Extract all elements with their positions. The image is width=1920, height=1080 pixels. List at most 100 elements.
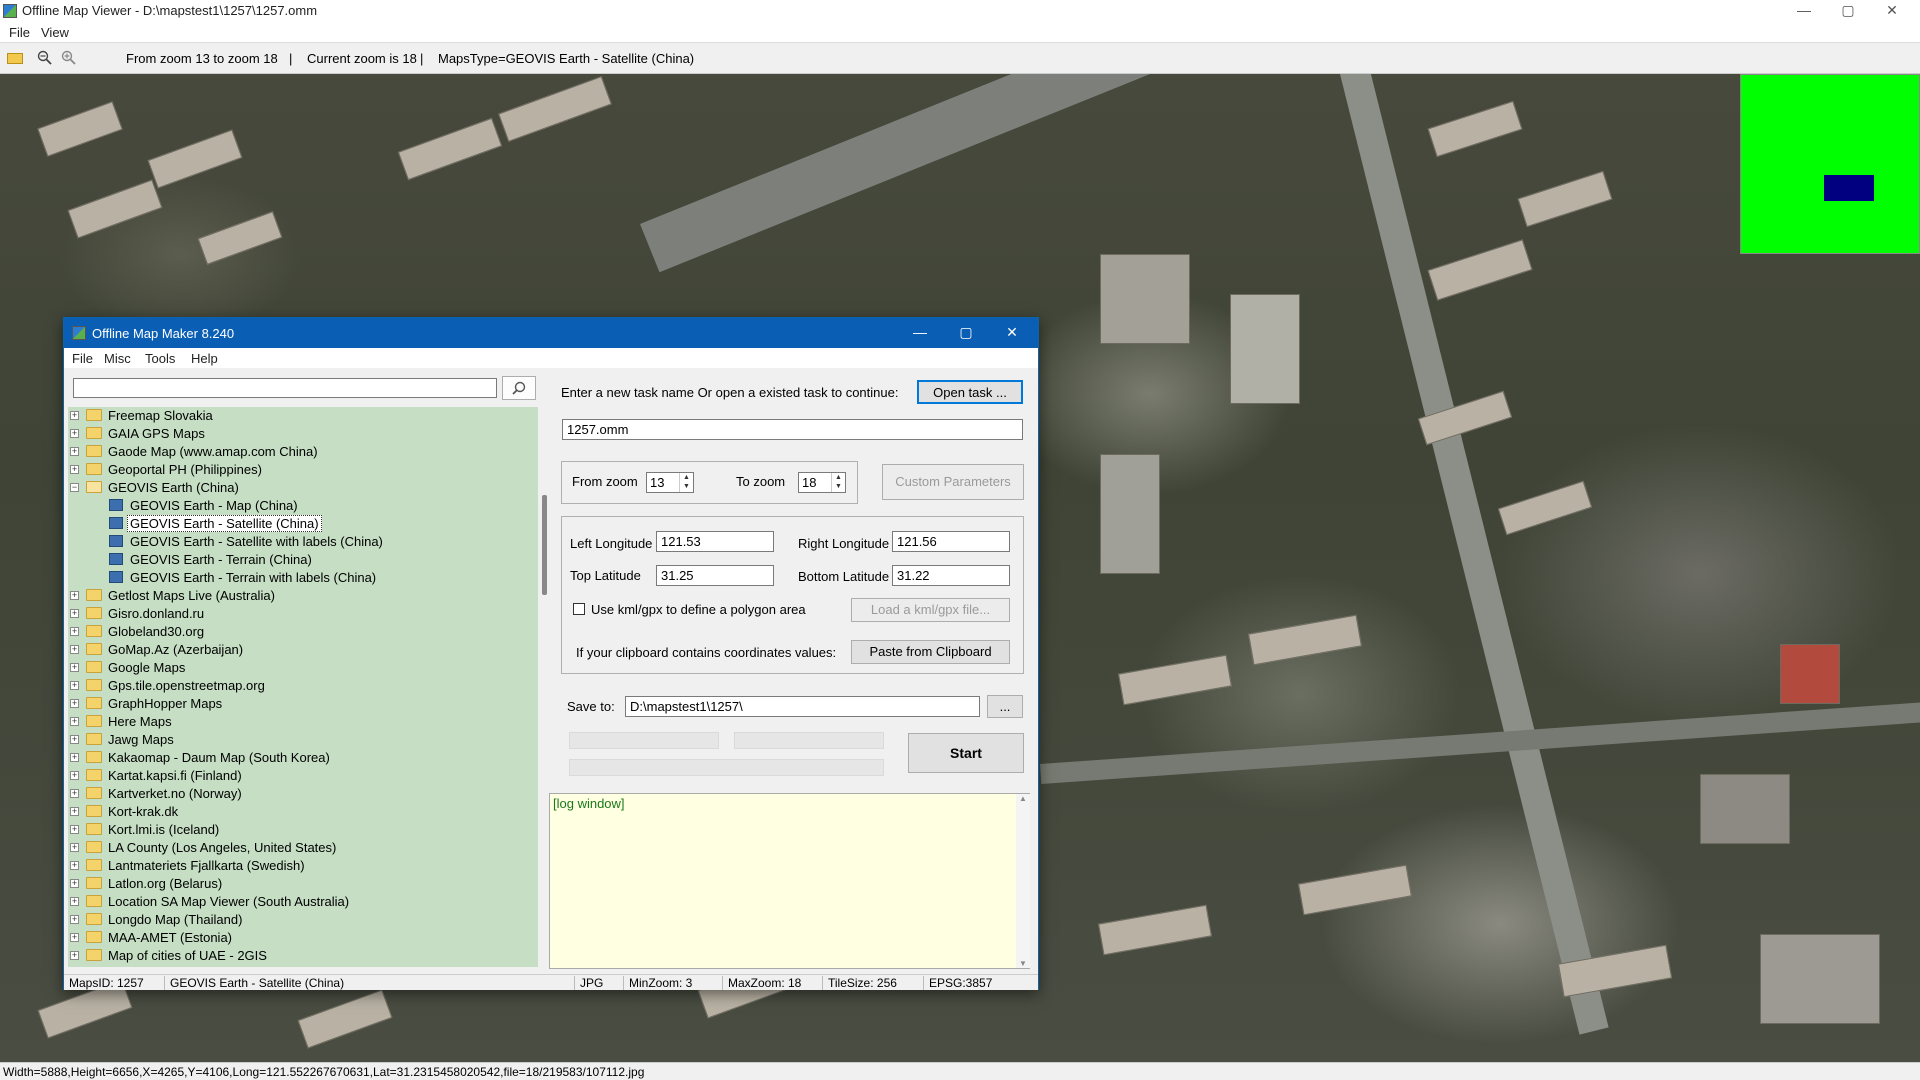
zoom-in-icon[interactable] [61, 50, 77, 66]
tree-item[interactable]: + Gaode Map (www.amap.com China) [68, 443, 536, 461]
close-button[interactable]: ✕ [1870, 0, 1914, 22]
spinner-arrows-icon[interactable]: ▲ ▼ [679, 473, 693, 492]
expand-icon[interactable]: + [70, 681, 79, 690]
expand-icon[interactable]: + [70, 699, 79, 708]
dialog-maximize-button[interactable]: ▢ [943, 318, 989, 348]
expand-icon[interactable]: + [70, 807, 79, 816]
tree-item[interactable]: + GraphHopper Maps [68, 695, 536, 713]
expand-icon[interactable]: + [70, 447, 79, 456]
expand-icon[interactable]: + [70, 645, 79, 654]
tree-item[interactable]: + Google Maps [68, 659, 536, 677]
log-window[interactable]: [log window] ▲ ▼ [549, 793, 1030, 969]
tree-item[interactable]: + Jawg Maps [68, 731, 536, 749]
dialog-close-button[interactable]: ✕ [989, 318, 1035, 348]
tree-item[interactable]: + Lantmateriets Fjallkarta (Swedish) [68, 857, 536, 875]
expand-icon[interactable]: + [70, 933, 79, 942]
zoom-out-icon[interactable] [37, 50, 53, 66]
expand-icon[interactable]: + [70, 591, 79, 600]
expand-icon[interactable]: + [70, 735, 79, 744]
map-search-input[interactable] [73, 378, 497, 398]
search-button[interactable] [502, 376, 536, 400]
tree-item[interactable]: GEOVIS Earth - Satellite with labels (Ch… [68, 533, 536, 551]
expand-icon[interactable]: + [70, 897, 79, 906]
tree-item[interactable]: + Gisro.donland.ru [68, 605, 536, 623]
expand-icon[interactable]: + [70, 861, 79, 870]
map-building [1700, 774, 1790, 844]
task-name-input[interactable]: 1257.omm [562, 419, 1023, 440]
tree-item[interactable]: + LA County (Los Angeles, United States) [68, 839, 536, 857]
start-button[interactable]: Start [908, 733, 1024, 773]
dialog-menu-misc[interactable]: Misc [104, 351, 131, 366]
tree-item[interactable]: + Longdo Map (Thailand) [68, 911, 536, 929]
tree-item[interactable]: GEOVIS Earth - Terrain with labels (Chin… [68, 569, 536, 587]
open-task-button[interactable]: Open task ... [917, 380, 1023, 404]
tree-item[interactable]: + Latlon.org (Belarus) [68, 875, 536, 893]
left-longitude-input[interactable]: 121.53 [656, 531, 774, 552]
top-latitude-input[interactable]: 31.25 [656, 565, 774, 586]
tree-item[interactable]: + GoMap.Az (Azerbaijan) [68, 641, 536, 659]
overview-minimap[interactable] [1740, 74, 1920, 254]
tree-item[interactable]: + Kort-krak.dk [68, 803, 536, 821]
tree-item[interactable]: GEOVIS Earth - Terrain (China) [68, 551, 536, 569]
menu-file[interactable]: File [9, 25, 30, 40]
tree-item[interactable]: + Globeland30.org [68, 623, 536, 641]
open-folder-icon[interactable] [7, 53, 23, 64]
tree-item[interactable]: + GAIA GPS Maps [68, 425, 536, 443]
overview-viewport-rect[interactable] [1824, 175, 1874, 201]
to-zoom-spinner[interactable]: 18 ▲ ▼ [798, 472, 846, 493]
expand-icon[interactable]: + [70, 825, 79, 834]
load-kml-button[interactable]: Load a kml/gpx file... [851, 598, 1010, 622]
tree-item[interactable]: + Kartat.kapsi.fi (Finland) [68, 767, 536, 785]
from-zoom-spinner[interactable]: 13 ▲ ▼ [646, 472, 694, 493]
dialog-menu-tools[interactable]: Tools [145, 351, 175, 366]
expand-icon[interactable]: + [70, 717, 79, 726]
expand-icon[interactable]: + [70, 465, 79, 474]
tree-item[interactable]: + Kakaomap - Daum Map (South Korea) [68, 749, 536, 767]
tree-item[interactable]: − GEOVIS Earth (China) [68, 479, 536, 497]
expand-icon[interactable]: + [70, 951, 79, 960]
dialog-menu-file[interactable]: File [72, 351, 93, 366]
save-to-input[interactable]: D:\mapstest1\1257\ [625, 696, 980, 717]
minimize-button[interactable]: — [1782, 0, 1826, 22]
custom-parameters-button[interactable]: Custom Parameters [882, 464, 1024, 500]
tree-item[interactable]: GEOVIS Earth - Satellite (China) [68, 515, 536, 533]
spinner-arrows-icon[interactable]: ▲ ▼ [831, 473, 845, 492]
kml-polygon-checkbox[interactable] [573, 603, 585, 615]
tree-item[interactable]: + Kort.lmi.is (Iceland) [68, 821, 536, 839]
expand-icon[interactable]: + [70, 753, 79, 762]
dialog-title: Offline Map Maker 8.240 [92, 326, 235, 341]
dialog-menu-help[interactable]: Help [191, 351, 218, 366]
right-longitude-input[interactable]: 121.56 [892, 531, 1010, 552]
tree-item[interactable]: + Getlost Maps Live (Australia) [68, 587, 536, 605]
tree-item[interactable]: + MAA-AMET (Estonia) [68, 929, 536, 947]
expand-icon[interactable]: + [70, 915, 79, 924]
map-provider-tree[interactable]: + Freemap Slovakia + GAIA GPS Maps + Gaode Ma… [68, 407, 538, 967]
collapse-icon[interactable]: − [70, 483, 79, 492]
paste-clipboard-button[interactable]: Paste from Clipboard [851, 640, 1010, 664]
expand-icon[interactable]: + [70, 843, 79, 852]
expand-icon[interactable]: + [70, 609, 79, 618]
tree-item[interactable]: + Gps.tile.openstreetmap.org [68, 677, 536, 695]
dialog-minimize-button[interactable]: — [897, 318, 943, 348]
expand-icon[interactable]: + [70, 663, 79, 672]
menu-view[interactable]: View [41, 25, 69, 40]
tree-item[interactable]: + Location SA Map Viewer (South Australia… [68, 893, 536, 911]
browse-button[interactable]: ... [987, 695, 1023, 718]
expand-icon[interactable]: + [70, 627, 79, 636]
tree-item[interactable]: + Map of cities of UAE - 2GIS [68, 947, 536, 965]
expand-icon[interactable]: + [70, 771, 79, 780]
bottom-latitude-input[interactable]: 31.22 [892, 565, 1010, 586]
maximize-button[interactable]: ▢ [1826, 0, 1870, 22]
tree-item[interactable]: + Geoportal PH (Philippines) [68, 461, 536, 479]
tree-item[interactable]: + Here Maps [68, 713, 536, 731]
expand-icon[interactable]: + [70, 879, 79, 888]
expand-icon[interactable]: + [70, 411, 79, 420]
expand-icon[interactable]: + [70, 429, 79, 438]
tree-scroll-thumb[interactable] [542, 495, 547, 595]
tree-item[interactable]: GEOVIS Earth - Map (China) [68, 497, 536, 515]
expand-icon[interactable]: + [70, 789, 79, 798]
log-scrollbar[interactable]: ▲ ▼ [1016, 794, 1030, 968]
tree-item[interactable]: + Freemap Slovakia [68, 407, 536, 425]
tree-item[interactable]: + Kartverket.no (Norway) [68, 785, 536, 803]
tree-item-label: Getlost Maps Live (Australia) [108, 588, 275, 603]
